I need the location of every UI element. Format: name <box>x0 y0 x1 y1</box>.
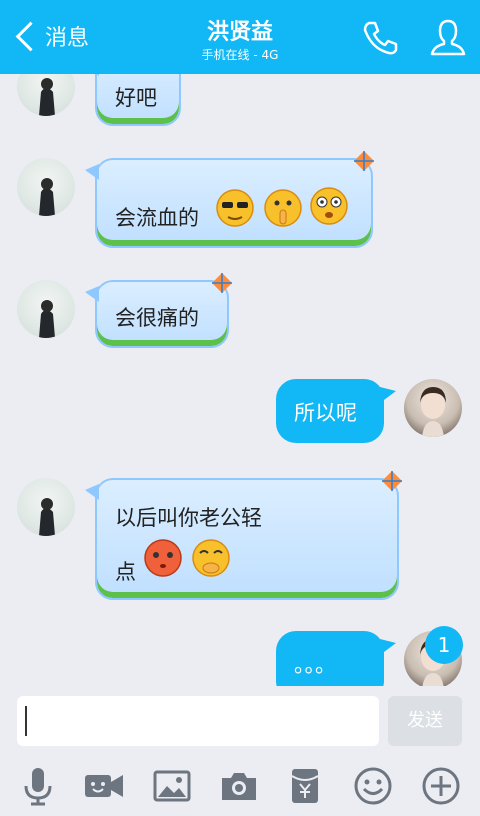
send-button[interactable]: 发送 <box>388 696 462 746</box>
text-caret <box>25 706 27 736</box>
message-input[interactable] <box>17 696 379 746</box>
video-call-icon[interactable] <box>84 766 124 806</box>
plus-icon[interactable] <box>421 766 461 806</box>
message-text-line2: 点 <box>115 560 136 584</box>
message-text: 所以呢 <box>294 401 357 425</box>
contact-avatar[interactable] <box>17 280 75 338</box>
my-avatar[interactable] <box>404 379 462 437</box>
image-icon[interactable] <box>152 766 192 806</box>
kite-decoration-icon <box>354 151 374 171</box>
message-list[interactable]: 好吧 会流血的 会很痛的 所以呢 以后叫你老公轻 点 。。。 <box>0 74 480 686</box>
contact-avatar[interactable] <box>17 478 75 536</box>
giggle-face-emoji <box>192 539 230 577</box>
phone-icon[interactable] <box>360 18 400 58</box>
message-bubble[interactable]: 所以呢 <box>276 379 396 443</box>
chat-header: 消息 洪贤益 手机在线 - 4G <box>0 0 480 74</box>
unread-badge[interactable]: 1 <box>425 626 463 664</box>
red-packet-icon[interactable] <box>285 766 325 806</box>
profile-icon[interactable] <box>428 18 468 58</box>
microphone-icon[interactable] <box>18 766 58 806</box>
message-bubble[interactable]: 好吧 <box>85 74 181 126</box>
camera-icon[interactable] <box>219 766 259 806</box>
kite-decoration-icon <box>382 471 402 491</box>
scared-face-emoji <box>310 187 348 225</box>
message-text: 以后叫你老公轻 <box>115 506 262 530</box>
contact-name: 洪贤益 <box>206 20 273 45</box>
message-bubble[interactable]: 。。。 <box>276 631 396 686</box>
message-bubble[interactable]: 会很痛的 <box>85 280 229 348</box>
message-text: 会流血的 <box>115 206 199 230</box>
contact-avatar[interactable] <box>17 158 75 216</box>
shush-face-emoji <box>264 189 302 227</box>
composer-bar: 发送 <box>0 686 480 816</box>
kite-decoration-icon <box>212 273 232 293</box>
cool-face-emoji <box>216 189 254 227</box>
message-bubble[interactable]: 以后叫你老公轻 点 <box>85 478 399 600</box>
emoji-icon[interactable] <box>353 766 393 806</box>
message-text: 。。。 <box>294 653 336 677</box>
flushed-face-emoji <box>144 539 182 577</box>
message-text: 好吧 <box>115 86 157 110</box>
online-status: 手机在线 - 4G <box>201 48 279 62</box>
contact-avatar[interactable] <box>17 74 75 116</box>
message-bubble[interactable]: 会流血的 <box>85 158 373 248</box>
message-text: 会很痛的 <box>115 306 199 330</box>
